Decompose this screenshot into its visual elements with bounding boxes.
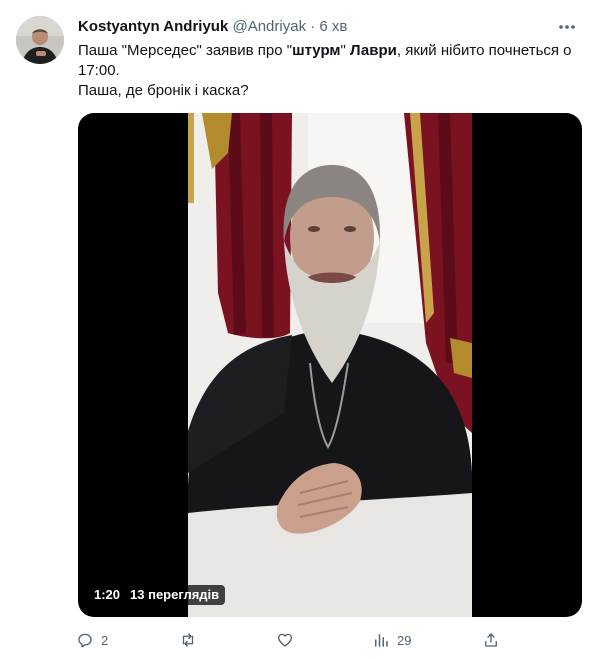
video-duration: 1:20 [94, 587, 121, 602]
tweet: Kostyantyn Andriyuk @Andriyak · 6 хв Паш… [0, 0, 596, 659]
author-handle[interactable]: @Andriyak [232, 18, 306, 35]
timestamp[interactable]: 6 хв [319, 18, 347, 35]
video-stats-badge: 1:20 13 переглядів [88, 585, 226, 605]
retweet-icon [182, 633, 194, 647]
reply-count: 2 [101, 632, 109, 648]
video-views: 13 переглядів [130, 587, 220, 602]
views-button[interactable]: 29 [372, 628, 411, 652]
like-icon [277, 633, 293, 647]
views-count: 29 [397, 632, 412, 648]
share-icon [485, 633, 497, 647]
reply-icon [78, 633, 92, 648]
tweet-line-1: Паша "Мерседес" заявив про "штурм" Лаври… [78, 42, 572, 79]
avatar[interactable] [16, 16, 64, 64]
author-name[interactable]: Kostyantyn Andriyuk [78, 18, 228, 35]
more-options-button[interactable] [552, 14, 582, 40]
share-button[interactable] [482, 628, 500, 652]
video-frame [188, 113, 472, 617]
like-button[interactable] [276, 628, 301, 652]
tweet-line-2: Паша, де бронік і каска? [78, 82, 249, 99]
tweet-header: Kostyantyn Andriyuk @Andriyak · 6 хв [78, 17, 347, 37]
retweet-button[interactable] [179, 628, 204, 652]
tweet-actions: 2 29 [76, 628, 506, 652]
more-icon [559, 25, 575, 29]
views-icon [375, 634, 388, 647]
video-player[interactable]: 1:20 13 переглядів [78, 113, 582, 617]
separator-dot: · [310, 18, 316, 35]
reply-button[interactable]: 2 [76, 628, 108, 652]
tweet-text: Паша "Мерседес" заявив про "штурм" Лаври… [78, 41, 578, 101]
